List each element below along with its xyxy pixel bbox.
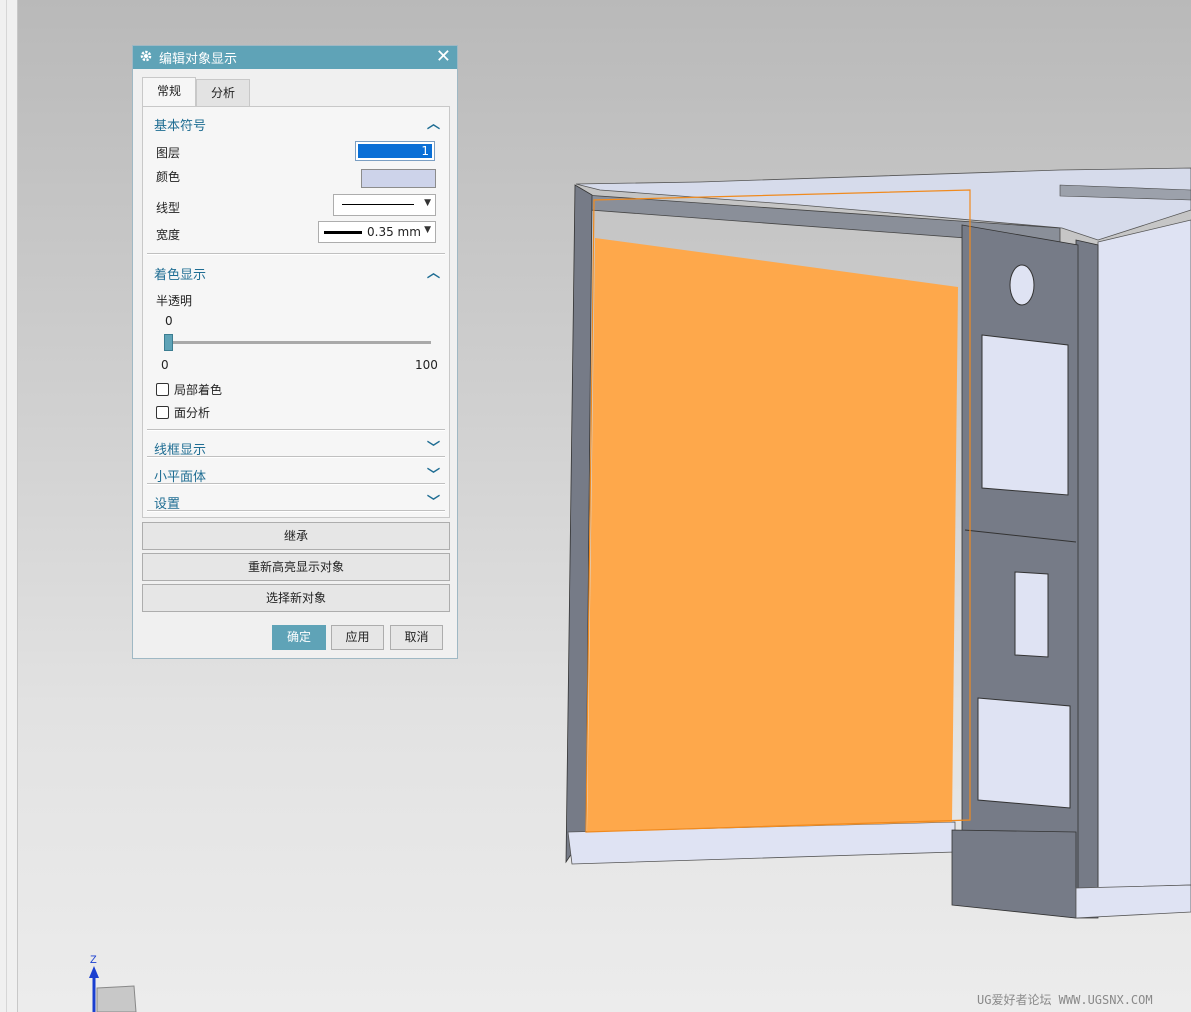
partial-shading-checkbox[interactable]: 局部着色 bbox=[156, 381, 222, 398]
panel-cutout-upper bbox=[981, 334, 1069, 496]
width-sample bbox=[324, 231, 362, 234]
edit-object-display-dialog: 编辑对象显示 ✕ 常规 分析 基本符号 ︿ 图层 1 颜色 线型 ▼ 宽度 0.… bbox=[132, 45, 458, 659]
panel-round-hole bbox=[1009, 264, 1035, 306]
linetype-sample bbox=[342, 204, 414, 205]
transparency-label: 半透明 bbox=[156, 294, 193, 308]
checkbox-box bbox=[156, 383, 169, 396]
select-new-button[interactable]: 选择新对象 bbox=[142, 584, 450, 612]
divider bbox=[147, 253, 445, 255]
dialog-titlebar[interactable]: 编辑对象显示 ✕ bbox=[133, 46, 457, 69]
linetype-dropdown[interactable]: ▼ bbox=[333, 194, 436, 216]
transparency-slider-track[interactable] bbox=[169, 341, 431, 344]
face-analysis-label: 面分析 bbox=[174, 406, 211, 420]
dialog-title: 编辑对象显示 bbox=[159, 52, 238, 67]
divider bbox=[147, 510, 445, 512]
watermark: UG爱好者论坛 WWW.UGSNX.COM bbox=[977, 993, 1153, 1007]
z-axis-arrow bbox=[89, 966, 99, 978]
width-dropdown[interactable]: 0.35 mm ▼ bbox=[318, 221, 436, 243]
cabinet-control-panel bbox=[961, 224, 1079, 919]
triad-cube bbox=[96, 985, 137, 1012]
section-basic-symbol[interactable]: 基本符号 bbox=[154, 115, 206, 134]
slider-min-label: 0 bbox=[161, 358, 169, 372]
chevron-up-icon[interactable]: ︿ bbox=[427, 113, 440, 132]
face-analysis-checkbox[interactable]: 面分析 bbox=[156, 404, 210, 421]
layer-label: 图层 bbox=[156, 146, 181, 160]
cabinet-right-post bbox=[1075, 239, 1099, 919]
tab-analysis[interactable]: 分析 bbox=[196, 79, 251, 106]
apply-button[interactable]: 应用 bbox=[331, 625, 384, 650]
layer-input[interactable]: 1 bbox=[355, 141, 435, 161]
chevron-down-icon[interactable]: ﹀ bbox=[427, 464, 440, 483]
transparency-value: 0 bbox=[165, 314, 173, 328]
chevron-down-icon[interactable]: ﹀ bbox=[427, 437, 440, 456]
width-label: 宽度 bbox=[156, 228, 181, 242]
cabinet-right-side bbox=[1097, 219, 1191, 889]
divider bbox=[147, 429, 445, 431]
ok-button[interactable]: 确定 bbox=[272, 625, 326, 650]
slider-max-label: 100 bbox=[415, 358, 438, 372]
divider bbox=[147, 483, 445, 485]
checkbox-box bbox=[156, 406, 169, 419]
section-shading[interactable]: 着色显示 bbox=[154, 264, 206, 283]
transparency-slider-thumb[interactable] bbox=[164, 334, 173, 351]
width-value: 0.35 mm bbox=[367, 225, 421, 239]
cabinet-bottom-base bbox=[951, 829, 1077, 919]
cancel-button[interactable]: 取消 bbox=[390, 625, 443, 650]
tab-panel-general: 基本符号 ︿ 图层 1 颜色 线型 ▼ 宽度 0.35 mm ▼ 着色显示 ︿ … bbox=[142, 106, 450, 518]
caret-down-icon: ▼ bbox=[424, 198, 431, 208]
close-icon[interactable]: ✕ bbox=[436, 47, 451, 67]
divider bbox=[147, 456, 445, 458]
gear-icon bbox=[139, 49, 153, 66]
color-swatch[interactable] bbox=[361, 169, 436, 188]
selected-face-highlight[interactable] bbox=[587, 238, 958, 832]
tab-general[interactable]: 常规 bbox=[142, 77, 197, 106]
chevron-down-icon[interactable]: ﹀ bbox=[427, 491, 440, 510]
reselect-highlight-button[interactable]: 重新高亮显示对象 bbox=[142, 553, 450, 581]
cabinet-bottom-right bbox=[1075, 884, 1191, 919]
layer-value: 1 bbox=[358, 144, 432, 158]
caret-down-icon: ▼ bbox=[424, 225, 431, 235]
chevron-up-icon[interactable]: ︿ bbox=[427, 262, 440, 281]
panel-cutout-lower bbox=[977, 697, 1071, 809]
panel-cutout-middle bbox=[1014, 571, 1049, 658]
linetype-label: 线型 bbox=[156, 201, 181, 215]
inherit-button[interactable]: 继承 bbox=[142, 522, 450, 550]
color-label: 颜色 bbox=[156, 170, 181, 184]
partial-shading-label: 局部着色 bbox=[174, 383, 223, 397]
z-axis-label: Z bbox=[90, 954, 97, 966]
